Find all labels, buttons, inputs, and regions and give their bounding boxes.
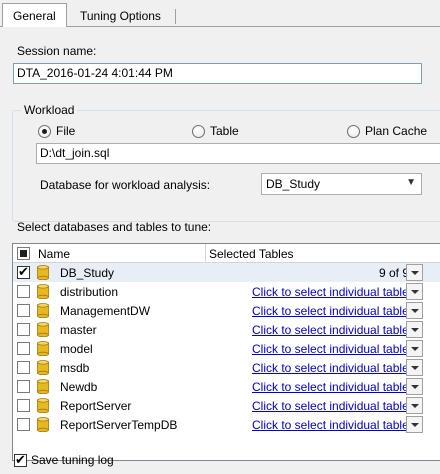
table-row[interactable]: msdb Click to select individual tables [13, 358, 440, 377]
row-database-name: distribution [60, 285, 119, 299]
row-database-name: model [60, 342, 93, 356]
select-databases-label: Select databases and tables to tune: [17, 220, 212, 234]
tab-tuning-options[interactable]: Tuning Options [70, 6, 171, 27]
tab-general-label: General [13, 9, 56, 23]
row-dropdown-button[interactable] [406, 302, 423, 319]
databases-grid: Name Selected Tables DB_Study 9 of 9 distr… [12, 243, 440, 461]
select-tables-link[interactable]: Click to select individual tables [252, 418, 415, 432]
select-tables-link[interactable]: Click to select individual tables [252, 342, 415, 356]
row-dropdown-button[interactable] [406, 340, 423, 357]
row-checkbox[interactable] [17, 399, 30, 412]
workload-file-label: File [56, 124, 76, 138]
radio-unselected-icon [347, 124, 360, 138]
row-checkbox[interactable] [17, 285, 30, 298]
row-dropdown-button[interactable] [406, 378, 423, 395]
select-tables-link[interactable]: Click to select individual tables [252, 304, 415, 318]
row-database-name: ReportServerTempDB [60, 418, 178, 432]
row-dropdown-button[interactable] [406, 321, 423, 338]
tab-general[interactable]: General [2, 3, 67, 27]
database-icon [37, 303, 49, 318]
select-all-checkbox[interactable] [17, 247, 30, 260]
table-row[interactable]: Newdb Click to select individual tables [13, 377, 440, 396]
row-checkbox[interactable] [17, 361, 30, 374]
row-database-name: master [60, 323, 97, 337]
row-dropdown-button[interactable] [406, 264, 423, 281]
row-database-name: ManagementDW [60, 304, 151, 318]
workload-file-path: D:\dt_join.sql [40, 146, 110, 160]
table-row[interactable]: master Click to select individual tables [13, 320, 440, 339]
row-database-name: DB_Study [60, 266, 115, 280]
workload-table-label: Table [210, 124, 239, 138]
database-icon [37, 379, 49, 394]
table-row[interactable]: ReportServer Click to select individual t… [13, 396, 440, 415]
row-database-name: Newdb [60, 380, 98, 394]
session-name-label: Session name: [17, 44, 97, 58]
workload-plan-cache-radio[interactable]: Plan Cache [347, 124, 427, 138]
radio-unselected-icon [192, 124, 205, 138]
table-row[interactable]: ReportServerTempDB Click to select indivi… [13, 415, 440, 434]
workload-plan-cache-label: Plan Cache [365, 124, 428, 138]
row-checkbox[interactable] [17, 418, 30, 431]
column-separator [205, 244, 206, 263]
table-row[interactable]: distribution Click to select individual t… [13, 282, 440, 301]
row-database-name: msdb [60, 361, 90, 375]
select-tables-link[interactable]: Click to select individual tables [252, 361, 415, 375]
select-tables-link[interactable]: Click to select individual tables [252, 399, 415, 413]
general-panel: Session name: DTA_2016-01-24 4:01:44 PM … [0, 27, 440, 474]
select-tables-link[interactable]: Click to select individual tables [252, 285, 415, 299]
tab-strip: General Tuning Options [0, 0, 440, 27]
table-row[interactable]: model Click to select individual tables [13, 339, 440, 358]
row-checkbox[interactable] [17, 323, 30, 336]
row-dropdown-button[interactable] [406, 397, 423, 414]
workload-database-label: Database for workload analysis: [40, 178, 211, 192]
row-database-name: ReportServer [60, 399, 132, 413]
table-row[interactable]: ManagementDW Click to select individual t… [13, 301, 440, 320]
database-icon [37, 360, 49, 375]
database-icon [37, 284, 49, 299]
row-checkbox[interactable] [17, 264, 30, 280]
column-header-name[interactable]: Name [38, 244, 70, 263]
workload-file-radio[interactable]: File [38, 124, 75, 138]
tab-separator [175, 9, 176, 24]
row-dropdown-button[interactable] [406, 283, 423, 300]
session-name-input[interactable]: DTA_2016-01-24 4:01:44 PM [13, 63, 422, 84]
row-dropdown-button[interactable] [406, 359, 423, 376]
row-checkbox[interactable] [17, 304, 30, 317]
radio-selected-icon [38, 124, 51, 138]
database-icon [37, 265, 49, 280]
workload-table-radio[interactable]: Table [192, 124, 239, 138]
selected-tables-count: 9 of 9 [378, 266, 409, 280]
database-icon [37, 417, 49, 432]
database-icon [37, 322, 49, 337]
session-name-value: DTA_2016-01-24 4:01:44 PM [17, 66, 173, 80]
row-dropdown-button[interactable] [406, 416, 423, 433]
workload-file-input[interactable]: D:\dt_join.sql [36, 143, 440, 164]
database-icon [37, 341, 49, 356]
grid-header: Name Selected Tables [13, 244, 440, 263]
select-tables-link[interactable]: Click to select individual tables [252, 380, 415, 394]
workload-title: Workload [21, 103, 78, 117]
select-tables-link[interactable]: Click to select individual tables [252, 323, 415, 337]
row-checkbox[interactable] [17, 380, 30, 393]
workload-database-value: DB_Study [266, 177, 321, 191]
column-header-selected-tables[interactable]: Selected Tables [209, 244, 294, 263]
row-checkbox[interactable] [17, 342, 30, 355]
workload-database-select[interactable]: DB_Study ▼ [261, 173, 422, 195]
save-tuning-log-checkbox[interactable]: Save tuning log [14, 452, 114, 468]
table-row[interactable]: DB_Study 9 of 9 [13, 263, 440, 282]
chevron-down-icon: ▼ [406, 177, 416, 188]
save-tuning-log-label: Save tuning log [31, 453, 114, 467]
tab-tuning-options-label: Tuning Options [80, 9, 161, 23]
database-icon [37, 398, 49, 413]
checkbox-checked-icon [14, 452, 27, 468]
